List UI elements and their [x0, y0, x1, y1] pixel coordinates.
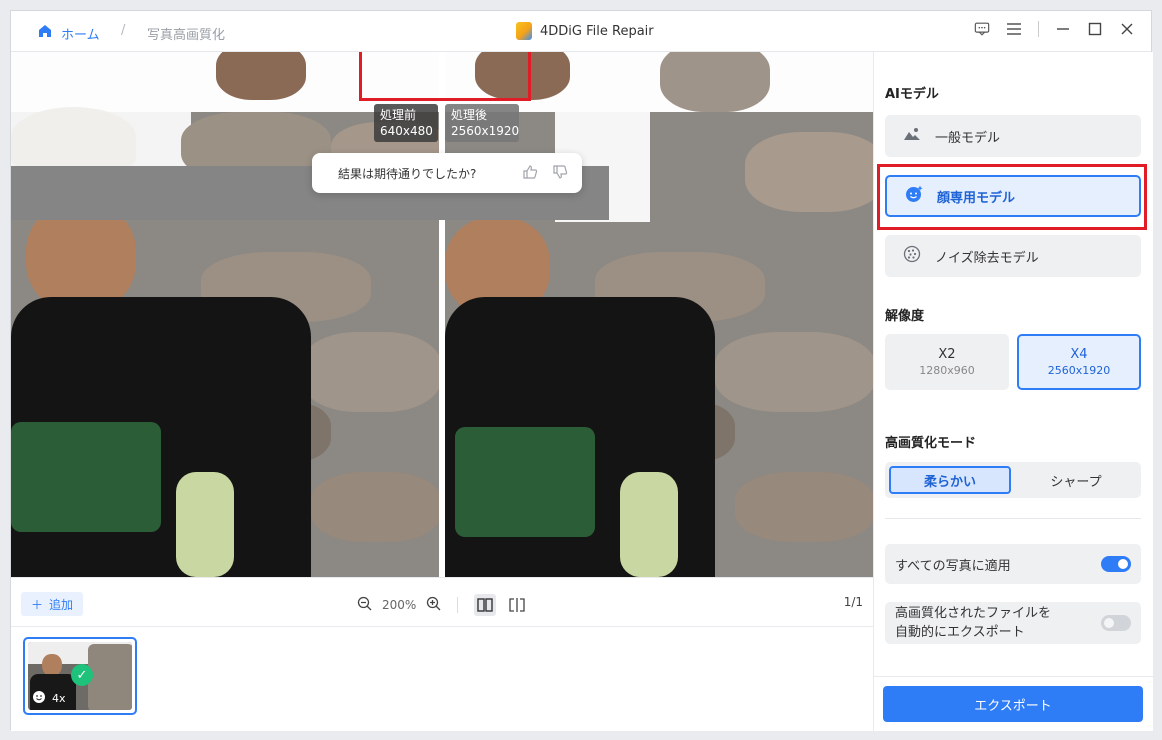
thumbs-up-icon[interactable]	[522, 164, 538, 183]
after-badge: 処理後 2560x1920	[445, 104, 519, 142]
apply-all-toggle[interactable]	[1101, 556, 1131, 572]
close-icon[interactable]	[1119, 21, 1135, 37]
split-view-icon[interactable]	[506, 594, 528, 616]
check-icon: ✓	[71, 664, 93, 686]
feedback-question: 結果は期待通りでしたか?	[338, 166, 477, 181]
mode-sharp-button[interactable]: シャープ	[1015, 466, 1137, 494]
apply-all-row: すべての写真に適用	[885, 544, 1141, 584]
mode-soft-button[interactable]: 柔らかい	[889, 466, 1011, 494]
home-link[interactable]: ホーム	[37, 23, 100, 43]
window-controls	[974, 21, 1135, 37]
highlight-box-model	[877, 164, 1147, 230]
thumbnail-item[interactable]: ✓ 4x	[23, 637, 137, 715]
controls-divider	[1038, 21, 1039, 37]
breadcrumb-separator: /	[121, 23, 126, 38]
noise-icon	[903, 245, 921, 267]
thumbs-down-icon[interactable]	[552, 164, 568, 183]
resolution-x2-size: 1280x960	[919, 364, 975, 377]
auto-export-label: 高画質化されたファイルを 自動的にエクスポート	[895, 604, 1051, 642]
maximize-icon[interactable]	[1087, 21, 1103, 37]
home-icon	[37, 23, 53, 43]
model-general-button[interactable]: 一般モデル	[885, 115, 1141, 157]
auto-export-row: 高画質化されたファイルを 自動的にエクスポート	[885, 602, 1141, 644]
plus-icon: ＋	[31, 597, 44, 612]
resolution-x4-button[interactable]: X4 2560x1920	[1017, 334, 1141, 390]
enhance-mode-title: 高画質化モード	[885, 436, 977, 451]
settings-sidebar: AIモデル 一般モデル 顔専用モデル ノイズ除去モデル 解像度 X2 1280x…	[873, 52, 1154, 731]
side-by-side-view-icon[interactable]	[474, 594, 497, 616]
app-logo-icon	[516, 22, 532, 40]
after-size: 2560x1920	[451, 124, 520, 138]
resolution-x2-scale: X2	[938, 347, 956, 362]
sidebar-divider	[885, 518, 1141, 519]
before-label: 処理前	[380, 108, 417, 122]
menu-icon[interactable]	[1006, 21, 1022, 37]
apply-all-label: すべての写真に適用	[895, 558, 1011, 574]
model-denoise-button[interactable]: ノイズ除去モデル	[885, 235, 1141, 277]
export-button[interactable]: エクスポート	[883, 686, 1143, 722]
zoom-level: 200%	[382, 598, 417, 612]
after-label: 処理後	[451, 108, 488, 122]
toolbar-divider	[457, 597, 459, 613]
auto-export-label-line1: 高画質化されたファイルを	[895, 606, 1052, 621]
zoom-controls: 200%	[357, 594, 528, 616]
app-title: 4DDiG File Repair	[516, 22, 654, 40]
feedback-popup: 結果は期待通りでしたか?	[312, 153, 582, 193]
thumbnail-image: ✓ 4x	[28, 642, 132, 710]
resolution-x4-size: 2560x1920	[1047, 364, 1111, 377]
auto-export-toggle[interactable]	[1101, 615, 1131, 631]
add-label: 追加	[49, 597, 74, 612]
app-title-text: 4DDiG File Repair	[540, 23, 654, 39]
resolution-title: 解像度	[885, 309, 925, 324]
zoom-in-icon[interactable]	[426, 596, 441, 615]
export-footer: エクスポート	[874, 676, 1154, 731]
home-label: ホーム	[61, 27, 100, 43]
thumbnail-badge: 4x	[32, 690, 66, 707]
app-window: ホーム / 写真高画質化 4DDiG File Repair 処理前 640x4…	[10, 10, 1154, 731]
model-general-label: 一般モデル	[935, 130, 1001, 146]
resolution-x4-scale: X4	[1070, 347, 1088, 362]
ai-model-title: AIモデル	[885, 87, 939, 102]
thumbnail-scale: 4x	[52, 692, 66, 705]
resolution-x2-button[interactable]: X2 1280x960	[885, 334, 1009, 390]
enhance-mode-switch: 柔らかい シャープ	[885, 462, 1141, 498]
breadcrumb-current: 写真高画質化	[147, 28, 226, 43]
feedback-icon[interactable]	[974, 21, 990, 37]
landscape-icon	[903, 126, 921, 146]
minimize-icon[interactable]	[1055, 21, 1071, 37]
add-button[interactable]: ＋ 追加	[21, 592, 84, 616]
face-icon	[32, 690, 46, 707]
before-badge: 処理前 640x480	[374, 104, 438, 142]
thumbnail-strip: ✓ 4x	[11, 627, 873, 731]
before-size: 640x480	[380, 124, 433, 138]
image-preview[interactable]: 処理前 640x480 処理後 2560x1920 結果は期待通りでしたか?	[11, 52, 873, 577]
page-indicator: 1/1	[843, 595, 863, 609]
highlight-box-size	[359, 52, 531, 101]
title-bar: ホーム / 写真高画質化 4DDiG File Repair	[11, 11, 1151, 52]
auto-export-label-line2: 自動的にエクスポート	[895, 625, 1025, 640]
zoom-out-icon[interactable]	[357, 596, 372, 615]
preview-toolbar: ＋ 追加 200% 1/1	[11, 577, 873, 627]
model-denoise-label: ノイズ除去モデル	[935, 250, 1039, 266]
